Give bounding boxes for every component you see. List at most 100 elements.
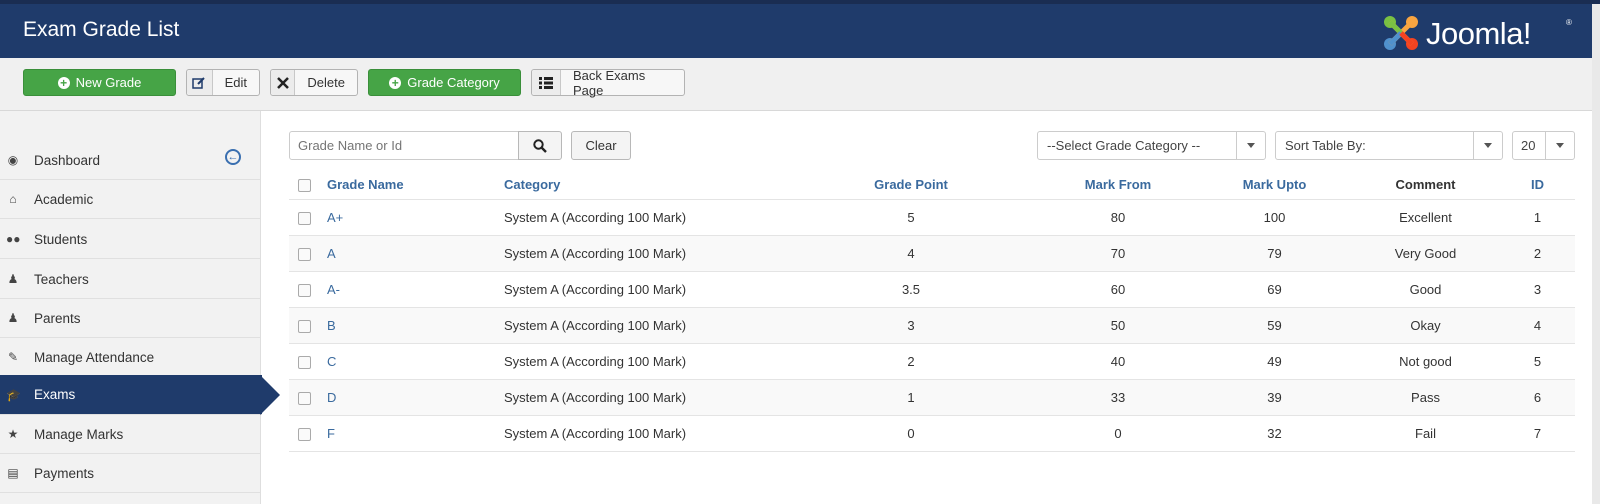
id-cell: 2 xyxy=(1500,235,1575,272)
sidebar-item-manage-marks[interactable]: ★ Manage Marks xyxy=(0,415,260,454)
comment-cell: Fail xyxy=(1351,415,1500,452)
search-icon xyxy=(533,138,547,153)
id-cell: 4 xyxy=(1500,307,1575,344)
mark-upto-cell: 32 xyxy=(1198,415,1351,452)
sidebar-item-teachers[interactable]: ♟ Teachers xyxy=(0,260,260,299)
credit-card-icon: ▤ xyxy=(7,466,19,480)
delete-button[interactable]: Delete xyxy=(270,69,358,96)
row-checkbox[interactable] xyxy=(298,320,311,334)
plus-circle-icon: + xyxy=(57,76,70,89)
comment-cell: Very Good xyxy=(1351,235,1500,272)
grade-category-select[interactable]: --Select Grade Category -- xyxy=(1037,131,1266,160)
sidebar-item-manage-attendance[interactable]: ✎ Manage Attendance xyxy=(0,338,260,377)
grade-name-link[interactable]: A xyxy=(327,246,336,261)
sidebar-item-exams[interactable]: 🎓 Exams xyxy=(0,375,280,415)
id-cell: 6 xyxy=(1500,379,1575,416)
category-cell: System A (According 100 Mark) xyxy=(504,307,784,344)
row-checkbox-cell xyxy=(289,235,327,272)
grade-point-cell: 3 xyxy=(784,307,1038,344)
sort-table-select[interactable]: Sort Table By: xyxy=(1275,131,1503,160)
grade-name-link[interactable]: A+ xyxy=(327,210,343,225)
table-row: F System A (According 100 Mark) 0 0 32 F… xyxy=(289,415,1575,452)
grade-point-cell: 2 xyxy=(784,343,1038,380)
close-icon xyxy=(271,70,296,95)
header-category[interactable]: Category xyxy=(504,169,784,200)
grade-point-cell: 1 xyxy=(784,379,1038,416)
select-all-checkbox[interactable] xyxy=(298,178,311,192)
search-button[interactable] xyxy=(518,131,562,160)
delete-label: Delete xyxy=(307,75,345,90)
sidebar-item-label: Exams xyxy=(34,387,76,402)
vertical-scrollbar[interactable] xyxy=(1592,4,1600,504)
row-checkbox-cell xyxy=(289,379,327,416)
list-icon xyxy=(532,70,561,95)
limit-select[interactable]: 20 xyxy=(1512,131,1575,160)
row-checkbox[interactable] xyxy=(298,248,311,262)
sidebar-item-academic[interactable]: ⌂ Academic xyxy=(0,180,260,219)
sidebar-item-label: Academic xyxy=(34,191,94,207)
header-grade-name[interactable]: Grade Name xyxy=(327,169,504,200)
header-mark-upto[interactable]: Mark Upto xyxy=(1198,169,1351,200)
plus-circle-icon: + xyxy=(389,76,402,89)
id-cell: 3 xyxy=(1500,271,1575,308)
sidebar-item-dashboard[interactable]: ◉ Dashboard xyxy=(0,141,260,180)
grade-name-link[interactable]: A- xyxy=(327,282,340,297)
home-icon: ⌂ xyxy=(9,192,17,206)
grade-name-link[interactable]: B xyxy=(327,318,336,333)
header-mark-from[interactable]: Mark From xyxy=(1038,169,1198,200)
category-cell: System A (According 100 Mark) xyxy=(504,235,784,272)
table-row: A System A (According 100 Mark) 4 70 79 … xyxy=(289,235,1575,272)
row-checkbox[interactable] xyxy=(298,428,311,442)
edit-icon xyxy=(187,70,213,95)
limit-select-value: 20 xyxy=(1521,138,1536,153)
sidebar-item-students[interactable]: ●● Students xyxy=(0,220,260,259)
header-comment: Comment xyxy=(1395,176,1456,192)
header-id[interactable]: ID xyxy=(1500,169,1575,200)
row-checkbox[interactable] xyxy=(298,392,311,406)
new-grade-button[interactable]: + New Grade xyxy=(23,69,176,96)
grade-name-link[interactable]: F xyxy=(327,426,335,441)
back-exams-button[interactable]: Back Exams Page xyxy=(531,68,685,98)
row-checkbox[interactable] xyxy=(298,284,311,298)
joomla-wordmark: Joomla! xyxy=(1426,16,1532,51)
mark-from-cell: 60 xyxy=(1038,271,1198,308)
sidebar: ← ◉ Dashboard ⌂ Academic ●● Students ♟ T… xyxy=(0,111,280,504)
clear-button[interactable]: Clear xyxy=(571,131,631,160)
sidebar-item-parents[interactable]: ♟ Parents xyxy=(0,299,260,338)
category-cell: System A (According 100 Mark) xyxy=(504,415,784,452)
header-grade-point[interactable]: Grade Point xyxy=(784,169,1038,200)
mark-upto-cell: 69 xyxy=(1198,271,1351,308)
row-checkbox-cell xyxy=(289,343,327,380)
sidebar-item-label: Manage Attendance xyxy=(34,349,155,365)
sidebar-item-payments[interactable]: ▤ Payments xyxy=(0,454,260,493)
sidebar-item-label: Dashboard xyxy=(34,152,101,168)
search-input[interactable] xyxy=(289,131,519,160)
row-checkbox-cell xyxy=(289,307,327,344)
comment-cell: Good xyxy=(1351,271,1500,308)
row-checkbox[interactable] xyxy=(298,356,311,370)
grade-name-link[interactable]: C xyxy=(327,354,336,369)
users-icon: ●● xyxy=(6,232,21,246)
mark-from-cell: 40 xyxy=(1038,343,1198,380)
joomla-logo: Joomla! ® xyxy=(1380,12,1580,56)
joomla-logo-icon xyxy=(1384,16,1418,50)
mark-from-cell: 0 xyxy=(1038,415,1198,452)
row-checkbox[interactable] xyxy=(298,212,311,226)
grade-category-button[interactable]: + Grade Category xyxy=(368,69,521,96)
row-checkbox-cell xyxy=(289,271,327,308)
mark-from-cell: 80 xyxy=(1038,199,1198,236)
grade-point-cell: 3.5 xyxy=(784,271,1038,308)
toolbar: + New Grade Edit Delete + Grade Category… xyxy=(0,58,1600,111)
category-cell: System A (According 100 Mark) xyxy=(504,271,784,308)
grade-category-label: Grade Category xyxy=(407,75,500,90)
row-checkbox-cell xyxy=(289,415,327,452)
id-cell: 7 xyxy=(1500,415,1575,452)
table-row: B System A (According 100 Mark) 3 50 59 … xyxy=(289,307,1575,344)
edit-button[interactable]: Edit xyxy=(186,69,260,96)
mark-upto-cell: 79 xyxy=(1198,235,1351,272)
grade-name-link[interactable]: D xyxy=(327,390,336,405)
mark-upto-cell: 59 xyxy=(1198,307,1351,344)
page-title: Exam Grade List xyxy=(23,18,180,41)
star-icon: ★ xyxy=(7,427,19,441)
sidebar-item-label: Teachers xyxy=(34,271,89,287)
